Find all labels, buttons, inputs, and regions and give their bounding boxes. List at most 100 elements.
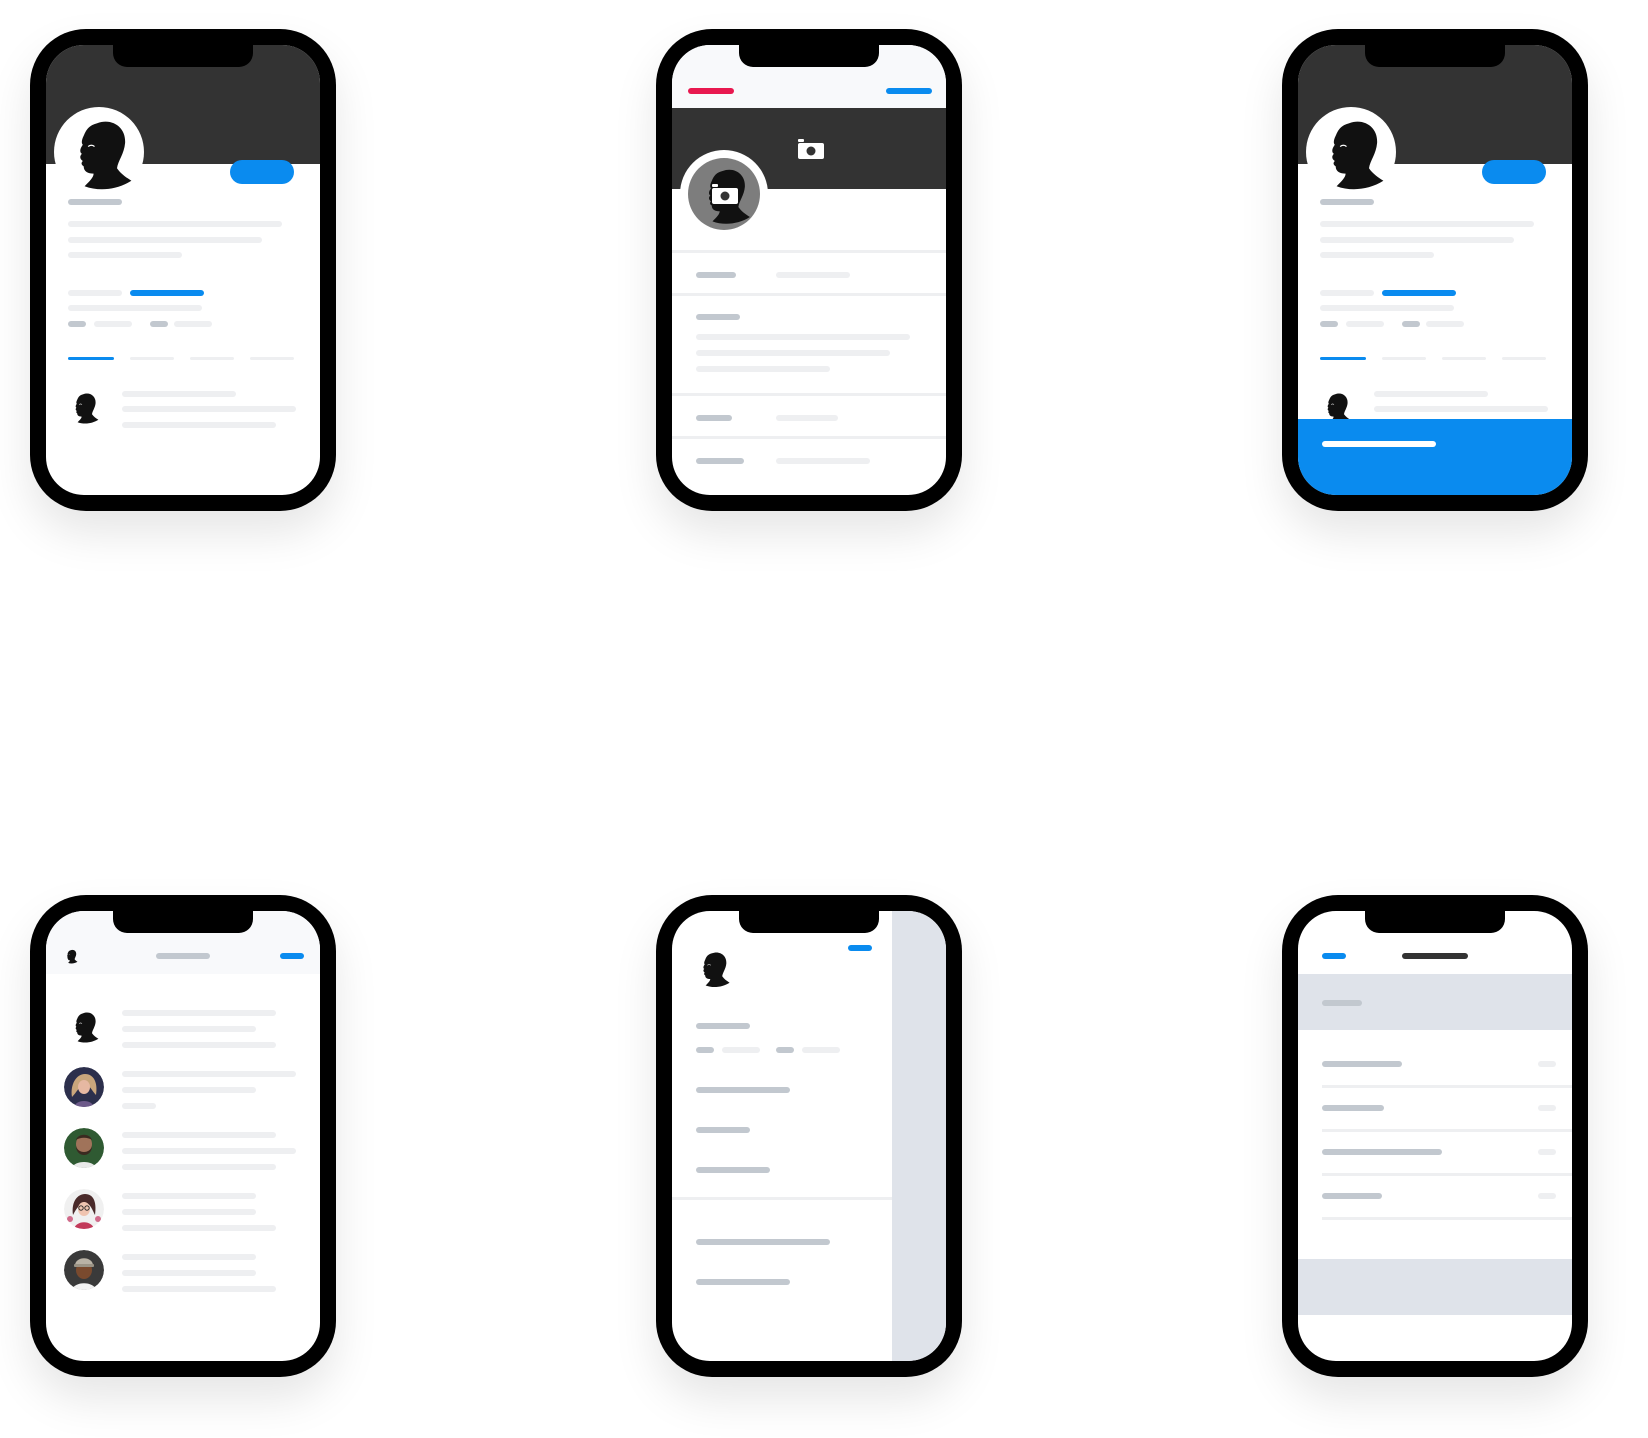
following-count-placeholder xyxy=(696,1047,714,1053)
drawer-menu-item[interactable] xyxy=(696,1167,770,1173)
drawer-menu-item[interactable] xyxy=(696,1087,790,1093)
screen-edit-profile xyxy=(672,45,946,495)
phone-settings-list xyxy=(1282,895,1588,1377)
list-item-line xyxy=(122,1071,296,1077)
profile-avatar[interactable] xyxy=(54,107,144,197)
tab[interactable] xyxy=(190,357,234,360)
list-item-avatar[interactable] xyxy=(64,1128,104,1168)
follow-button[interactable] xyxy=(1482,160,1546,184)
device-notch xyxy=(1365,45,1505,67)
settings-row-label[interactable] xyxy=(1322,1193,1382,1199)
tab[interactable] xyxy=(1382,357,1426,360)
settings-row-label[interactable] xyxy=(1322,1105,1384,1111)
drawer-name-placeholder xyxy=(696,1023,750,1029)
tab[interactable] xyxy=(250,357,294,360)
field-value-placeholder[interactable] xyxy=(776,458,870,464)
cancel-button[interactable] xyxy=(688,88,734,94)
avatar-silhouette-icon xyxy=(64,1006,104,1046)
drawer-menu-item[interactable] xyxy=(696,1127,750,1133)
tab-active[interactable] xyxy=(1320,357,1366,360)
screen-feed-list xyxy=(46,911,320,1361)
bottom-banner[interactable] xyxy=(1298,419,1572,495)
following-count-placeholder xyxy=(68,321,86,327)
following-label-placeholder xyxy=(722,1047,760,1053)
settings-row-chevron[interactable] xyxy=(1538,1105,1556,1111)
avatar-silhouette-icon[interactable] xyxy=(62,947,80,965)
header-action-button[interactable] xyxy=(280,953,304,959)
field-label-placeholder xyxy=(696,458,744,464)
list-item-avatar[interactable] xyxy=(64,1067,104,1107)
avatar-silhouette-icon xyxy=(64,387,104,427)
device-notch xyxy=(113,911,253,933)
drawer-avatar[interactable] xyxy=(690,945,736,991)
bio-line-placeholder xyxy=(1320,221,1534,227)
camera-icon[interactable] xyxy=(796,137,826,161)
profile-link[interactable] xyxy=(130,290,204,296)
followers-count-placeholder xyxy=(1402,321,1420,327)
avatar-photo-woman-glasses-icon xyxy=(64,1189,104,1229)
phone-profile-banner xyxy=(1282,29,1588,511)
field-value-placeholder[interactable] xyxy=(696,334,910,340)
post-line-placeholder xyxy=(122,422,276,428)
profile-avatar[interactable] xyxy=(1306,107,1396,197)
bio-line-placeholder xyxy=(1320,252,1434,258)
avatar-silhouette-icon xyxy=(1306,107,1396,197)
settings-row-chevron[interactable] xyxy=(1538,1193,1556,1199)
list-item-line xyxy=(122,1026,256,1032)
divider xyxy=(672,1197,892,1200)
tab[interactable] xyxy=(1442,357,1486,360)
meta-placeholder xyxy=(68,305,202,311)
list-item-line xyxy=(122,1225,276,1231)
followers-label-placeholder xyxy=(802,1047,840,1053)
followers-count-placeholder xyxy=(776,1047,794,1053)
list-item-line xyxy=(122,1254,256,1260)
avatar-photo-man-cap-icon xyxy=(64,1250,104,1290)
screen-profile xyxy=(46,45,320,495)
post-avatar[interactable] xyxy=(64,387,104,427)
field-value-placeholder[interactable] xyxy=(696,350,890,356)
list-item-line xyxy=(122,1103,156,1109)
tab[interactable] xyxy=(130,357,174,360)
list-item-avatar[interactable] xyxy=(64,1189,104,1229)
field-label-placeholder xyxy=(696,314,740,320)
meta-placeholder xyxy=(1320,290,1374,296)
phone-edit-profile xyxy=(656,29,962,511)
section-title-placeholder xyxy=(1322,1000,1362,1006)
settings-row-label[interactable] xyxy=(1322,1149,1442,1155)
post-line-placeholder xyxy=(1374,406,1548,412)
field-value-placeholder[interactable] xyxy=(776,415,838,421)
post-line-placeholder xyxy=(1374,391,1488,397)
post-line-placeholder xyxy=(122,406,296,412)
bio-line-placeholder xyxy=(68,252,182,258)
list-item-avatar[interactable] xyxy=(64,1250,104,1290)
profile-name-placeholder xyxy=(1320,199,1374,205)
save-button[interactable] xyxy=(886,88,932,94)
settings-row-chevron[interactable] xyxy=(1538,1061,1556,1067)
row-divider xyxy=(1322,1129,1572,1132)
settings-row-chevron[interactable] xyxy=(1538,1149,1556,1155)
edit-avatar[interactable] xyxy=(680,150,768,238)
field-value-placeholder[interactable] xyxy=(776,272,850,278)
drawer-overlay[interactable] xyxy=(892,911,946,1361)
tab-active[interactable] xyxy=(68,357,114,360)
back-button[interactable] xyxy=(1322,953,1346,959)
row-divider xyxy=(1322,1173,1572,1176)
followers-label-placeholder xyxy=(1426,321,1464,327)
field-value-placeholder[interactable] xyxy=(696,366,830,372)
divider xyxy=(672,393,946,396)
list-item-line xyxy=(122,1010,276,1016)
camera-icon[interactable] xyxy=(710,182,740,206)
settings-row-label[interactable] xyxy=(1322,1061,1402,1067)
avatar-photo-woman-icon xyxy=(64,1067,104,1107)
drawer-action-button[interactable] xyxy=(848,945,872,951)
tab[interactable] xyxy=(1502,357,1546,360)
list-item-avatar[interactable] xyxy=(64,1006,104,1046)
profile-name-placeholder xyxy=(68,199,122,205)
divider xyxy=(672,293,946,296)
drawer-menu-item[interactable] xyxy=(696,1239,830,1245)
follow-button[interactable] xyxy=(230,160,294,184)
drawer-menu-item[interactable] xyxy=(696,1279,790,1285)
profile-link[interactable] xyxy=(1382,290,1456,296)
followers-count-placeholder xyxy=(150,321,168,327)
device-notch xyxy=(739,911,879,933)
